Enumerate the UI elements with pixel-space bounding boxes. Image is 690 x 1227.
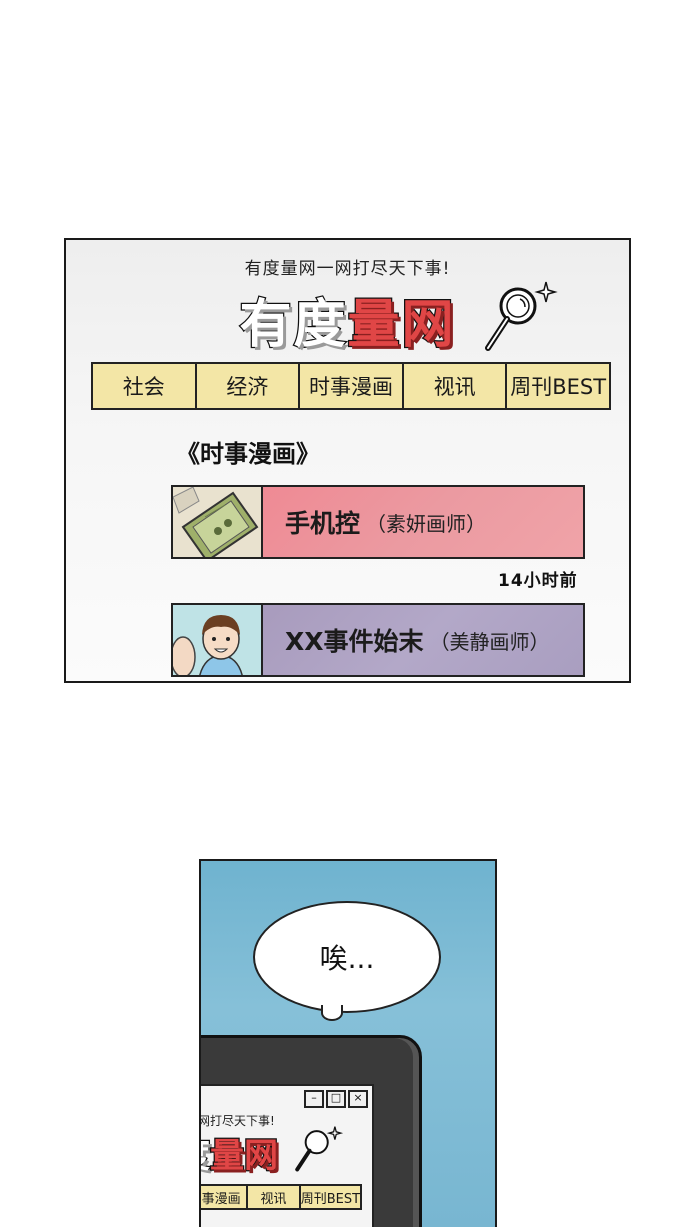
maximize-button[interactable]: □ <box>326 1090 346 1108</box>
close-button[interactable]: × <box>348 1090 368 1108</box>
boy-thumbnail <box>173 605 263 675</box>
minimize-button[interactable]: – <box>304 1090 324 1108</box>
computer-monitor: – □ × 网打尽天下事! 度量网 事漫画 视讯 周刊BEST <box>199 1035 422 1227</box>
phone-thumbnail <box>173 487 263 557</box>
phone-illustration-icon <box>173 487 261 557</box>
window-controls: – □ × <box>304 1090 368 1108</box>
news-site-panel: 有度量网一网打尽天下事! 有度量网 社会 经济 时事漫画 视讯 周刊BEST 《… <box>64 238 631 683</box>
speech-bubble-tail <box>321 1005 343 1021</box>
comic-card-phone-addict[interactable]: 手机控 （素妍画师） <box>171 485 585 559</box>
nav-tab-video[interactable]: 视讯 <box>403 364 508 408</box>
mini-logo-part-a: 度 <box>201 1135 211 1178</box>
mini-logo-part-b: 量网 <box>209 1135 280 1178</box>
site-tagline: 有度量网一网打尽天下事! <box>244 259 451 279</box>
section-title: 《时事漫画》 <box>176 440 320 468</box>
card-title: XX事件始末 <box>285 627 424 656</box>
logo-text-part-a: 有度 <box>238 294 348 357</box>
card-title: 手机控 <box>285 509 361 538</box>
nav-tab-society[interactable]: 社会 <box>93 364 197 408</box>
speech-bubble: 唉... <box>253 901 441 1013</box>
magnifier-icon[interactable] <box>480 278 560 358</box>
mini-nav-tab-cartoons[interactable]: 事漫画 <box>201 1186 249 1208</box>
post-timestamp: 14小时前 <box>498 571 578 591</box>
boy-illustration-icon <box>173 605 261 675</box>
sigh-panel: 唉... – □ × 网打尽天下事! 度量网 事漫画 视讯 周刊BEST <box>199 859 497 1227</box>
card-text: 手机控 （素妍画师） <box>263 487 583 557</box>
mini-site-logo[interactable]: 度量网 <box>201 1128 280 1178</box>
main-nav: 社会 经济 时事漫画 视讯 周刊BEST <box>91 362 611 410</box>
comic-card-incident-story[interactable]: XX事件始末 （美静画师） <box>171 603 585 677</box>
nav-tab-cartoons[interactable]: 时事漫画 <box>300 364 404 408</box>
mini-main-nav: 事漫画 视讯 周刊BEST <box>201 1184 362 1210</box>
logo-text-part-b: 量网 <box>346 294 456 357</box>
mini-nav-tab-weekly-best[interactable]: 周刊BEST <box>300 1186 361 1208</box>
speech-text: 唉... <box>319 942 375 975</box>
mini-site-tagline: 网打尽天下事! <box>199 1114 275 1128</box>
nav-tab-weekly-best[interactable]: 周刊BEST <box>507 364 609 408</box>
mini-magnifier-icon[interactable] <box>292 1124 344 1176</box>
monitor-screen: – □ × 网打尽天下事! 度量网 事漫画 视讯 周刊BEST <box>199 1084 374 1227</box>
card-author: （素妍画师） <box>366 511 487 536</box>
mini-nav-tab-video[interactable]: 视讯 <box>248 1186 301 1208</box>
nav-tab-economy[interactable]: 经济 <box>196 364 301 408</box>
card-author: （美静画师） <box>429 629 550 654</box>
card-text: XX事件始末 （美静画师） <box>263 605 583 675</box>
